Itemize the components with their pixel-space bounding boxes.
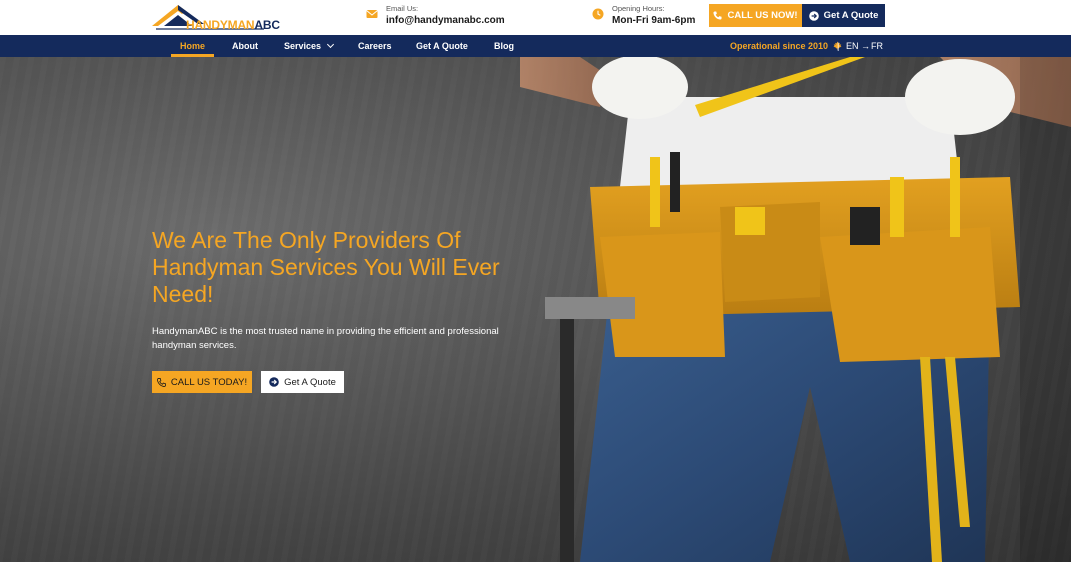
clock-icon [592, 8, 604, 20]
hero-worker-image [520, 57, 1071, 562]
arrow-right-icon: → [861, 41, 870, 51]
nav-item-blog[interactable]: Blog [494, 35, 514, 57]
nav-item-services[interactable]: Services [284, 35, 335, 57]
hero-section: We Are The Only Providers Of Handyman Se… [0, 57, 1071, 562]
nav-separator: | [837, 41, 840, 51]
get-a-quote-hero-button[interactable]: Get A Quote [261, 371, 344, 393]
arrow-circle-right-icon [269, 377, 279, 387]
envelope-icon [366, 10, 378, 18]
call-us-now-button[interactable]: CALL US NOW! [709, 4, 802, 27]
logo-text-abc: ABC [254, 18, 280, 32]
logo-text: HANDYMANABC [186, 18, 280, 32]
hours-label: Opening Hours: [612, 4, 665, 13]
chevron-down-icon [327, 40, 335, 49]
lang-en[interactable]: EN [846, 35, 859, 57]
call-us-today-button[interactable]: CALL US TODAY! [152, 371, 252, 393]
email-link[interactable]: info@handymanabc.com [386, 15, 505, 26]
call-us-now-label: CALL US NOW! [727, 10, 798, 21]
logo-text-handyman: HANDYMAN [186, 18, 255, 32]
phone-icon [156, 377, 166, 387]
arrow-circle-right-icon [808, 10, 819, 21]
hours-value: Mon-Fri 9am-6pm [612, 15, 696, 26]
get-a-quote-header-button[interactable]: Get A Quote [802, 4, 885, 27]
nav-item-careers[interactable]: Careers [358, 35, 392, 57]
phone-icon [713, 11, 723, 20]
lang-fr[interactable]: FR [871, 35, 883, 57]
nav-item-about[interactable]: About [232, 35, 258, 57]
hero-title: We Are The Only Providers Of Handyman Se… [152, 227, 500, 307]
main-nav: Home About Services Careers Get A Quote … [0, 35, 1071, 57]
nav-item-get-a-quote[interactable]: Get A Quote [416, 35, 468, 57]
get-a-quote-hero-label: Get A Quote [284, 376, 336, 388]
operational-since: Operational since 2010 [730, 35, 842, 57]
logo[interactable]: HANDYMANABC [152, 2, 280, 32]
get-a-quote-header-label: Get A Quote [823, 10, 879, 21]
call-us-today-label: CALL US TODAY! [170, 376, 248, 388]
email-label: Email Us: [386, 4, 419, 13]
operational-since-label: Operational since 2010 [730, 41, 829, 51]
top-header: HANDYMANABC Email Us: info@handymanabc.c… [0, 0, 1071, 35]
hero-description: HandymanABC is the most trusted name in … [152, 326, 499, 351]
nav-item-services-label: Services [284, 41, 322, 51]
